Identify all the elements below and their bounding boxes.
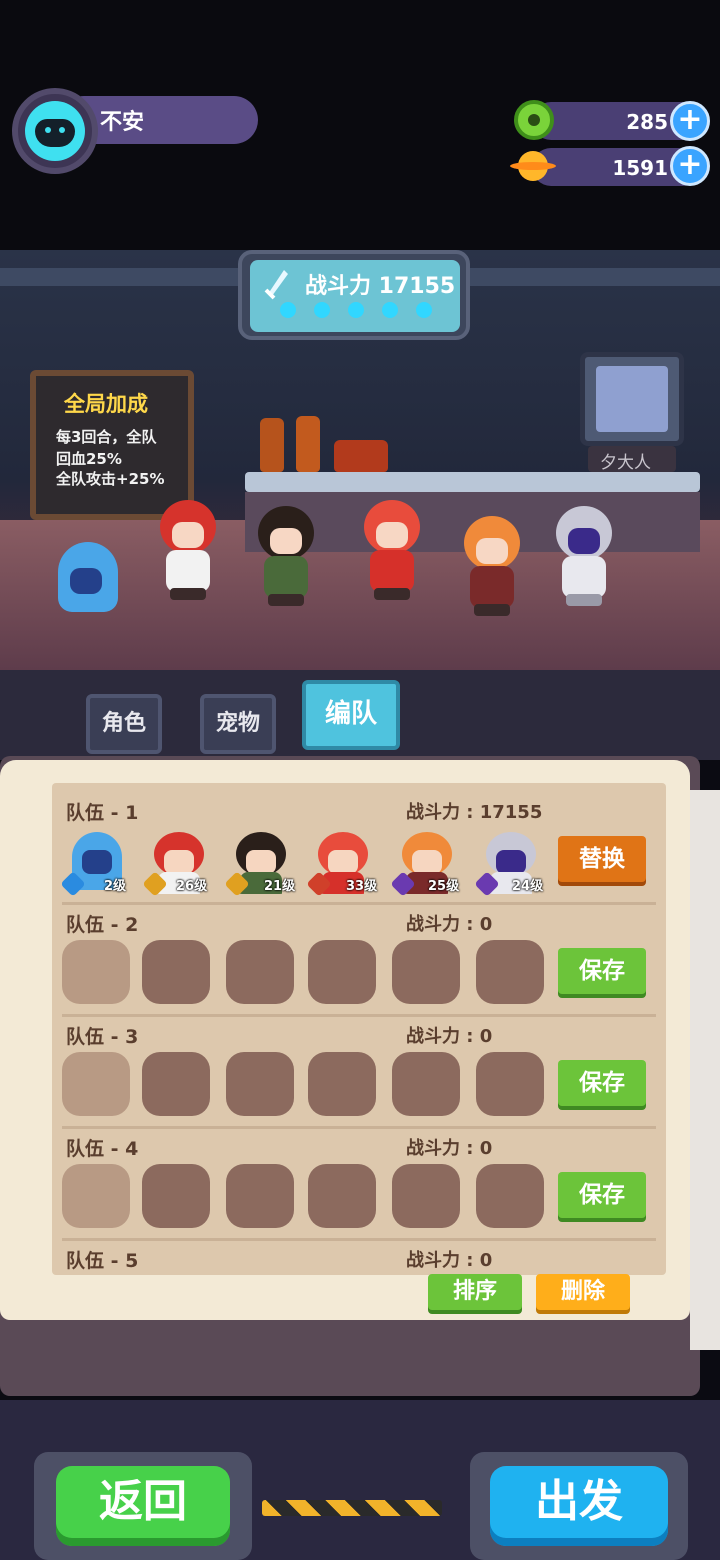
depart-button[interactable]: 出发 [490, 1466, 668, 1546]
power-dot [280, 302, 296, 318]
team-power: 战斗力 : 0 [406, 914, 493, 935]
team-title: 队伍 - 1 [66, 802, 139, 824]
bottle-icon [296, 416, 320, 472]
board-title: 全局加成 [64, 392, 148, 416]
avatar[interactable] [25, 101, 85, 161]
board-line: 回血25% [56, 450, 122, 468]
empty-slot[interactable] [392, 940, 460, 1004]
power-dot [348, 302, 364, 318]
empty-slot[interactable] [62, 1164, 130, 1228]
power-dot [382, 302, 398, 318]
divider [62, 902, 656, 905]
crate-icon [334, 440, 388, 472]
member-level: 26级 [176, 879, 208, 894]
power-dot [314, 302, 330, 318]
boss-name: 夕大人 [600, 453, 651, 473]
character-lion-dancer[interactable] [356, 500, 426, 600]
book-pages-edge [690, 790, 720, 1350]
character-red-nurse[interactable] [152, 500, 222, 600]
empty-slot[interactable] [308, 940, 376, 1004]
team-power: 战斗力 : 0 [406, 1250, 493, 1271]
save-team-button[interactable]: 保存 [558, 948, 646, 994]
power-dot [416, 302, 432, 318]
empty-slot[interactable] [308, 1052, 376, 1116]
tab-formation[interactable]: 编队 [302, 680, 400, 750]
team-power: 战斗力 : 0 [406, 1138, 493, 1159]
tab-pets[interactable]: 宠物 [200, 694, 276, 754]
bottle-icon [260, 418, 284, 472]
character-bunny-kid[interactable] [548, 506, 618, 606]
add-donut-button[interactable]: + [670, 101, 710, 141]
team-title: 队伍 - 2 [66, 914, 139, 936]
divider [62, 1238, 656, 1241]
boss-portrait [596, 366, 668, 432]
save-team-button[interactable]: 保存 [558, 1060, 646, 1106]
empty-slot[interactable] [392, 1052, 460, 1116]
empty-slot[interactable] [476, 1164, 544, 1228]
replace-team-button[interactable]: 替换 [558, 836, 646, 882]
hazard-stripe [262, 1500, 442, 1516]
planet-coin-icon [510, 149, 556, 183]
back-button[interactable]: 返回 [56, 1466, 230, 1546]
empty-slot[interactable] [62, 1052, 130, 1116]
divider [62, 1014, 656, 1017]
team-title: 队伍 - 4 [66, 1138, 139, 1160]
team-title: 队伍 - 5 [66, 1250, 139, 1272]
scene-combat-power: 战斗力 17155 [305, 274, 456, 299]
member-level: 24级 [512, 879, 544, 894]
empty-slot[interactable] [142, 1052, 210, 1116]
sword-icon [264, 270, 288, 300]
empty-slot[interactable] [226, 1164, 294, 1228]
team-power: 战斗力 : 17155 [406, 802, 543, 823]
board-line: 全队攻击+25% [56, 470, 165, 488]
team-power: 战斗力 : 0 [406, 1026, 493, 1047]
empty-slot[interactable] [62, 940, 130, 1004]
character-blue-ghost[interactable] [50, 542, 120, 642]
player-name: 不安 [100, 110, 145, 135]
member-level: 21级 [264, 879, 296, 894]
empty-slot[interactable] [226, 1052, 294, 1116]
character-frame-girl[interactable] [250, 506, 330, 606]
team-title: 队伍 - 3 [66, 1026, 139, 1048]
member-level: 33级 [346, 879, 378, 894]
empty-slot[interactable] [308, 1164, 376, 1228]
counter-top [245, 472, 700, 492]
character-horned-kid[interactable] [456, 516, 526, 616]
member-level: 2级 [104, 879, 127, 894]
board-line: 每3回合，全队 [56, 428, 157, 446]
add-coin-button[interactable]: + [670, 146, 710, 186]
empty-slot[interactable] [476, 1052, 544, 1116]
save-team-button[interactable]: 保存 [558, 1172, 646, 1218]
member-level: 25级 [428, 879, 460, 894]
empty-slot[interactable] [476, 940, 544, 1004]
divider [62, 1126, 656, 1129]
empty-slot[interactable] [226, 940, 294, 1004]
sort-button[interactable]: 排序 [428, 1274, 522, 1310]
tab-characters[interactable]: 角色 [86, 694, 162, 754]
donut-count: 285 [626, 110, 668, 134]
empty-slot[interactable] [142, 940, 210, 1004]
delete-button[interactable]: 删除 [536, 1274, 630, 1310]
empty-slot[interactable] [392, 1164, 460, 1228]
empty-slot[interactable] [142, 1164, 210, 1228]
coin-count: 1591 [612, 156, 668, 180]
donut-icon [514, 100, 554, 140]
